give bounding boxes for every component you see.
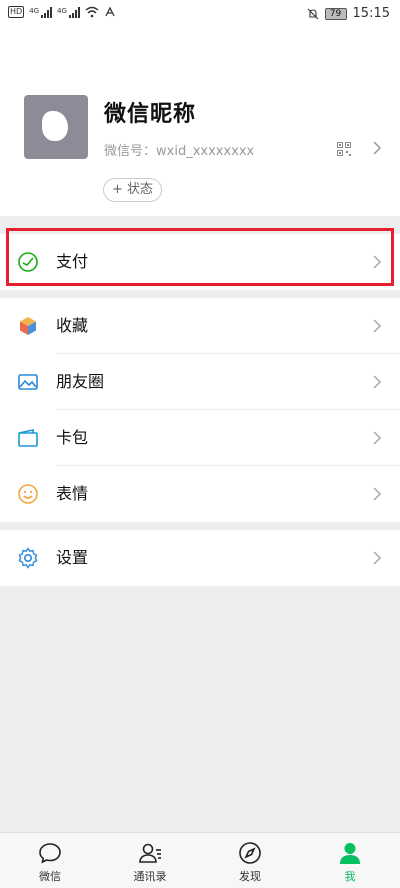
- chevron-right-icon: [373, 319, 382, 333]
- menu-label-stickers: 表情: [56, 484, 89, 503]
- menu-label-pay: 支付: [56, 252, 89, 271]
- chevron-right-icon: [373, 255, 382, 269]
- tab-discover[interactable]: 发现: [200, 833, 300, 888]
- menu-item-moments[interactable]: 朋友圈: [0, 354, 400, 410]
- menu-item-pay[interactable]: 支付: [0, 234, 400, 290]
- chevron-right-icon: [373, 551, 382, 565]
- chevron-right-icon: [373, 375, 382, 389]
- qr-code-icon[interactable]: [337, 142, 351, 156]
- hd-indicator: HD: [8, 6, 25, 18]
- menu-label-favorites: 收藏: [56, 316, 89, 335]
- tab-bar: 微信 通讯录 发现 我: [0, 832, 400, 888]
- tab-label: 微信: [39, 870, 61, 883]
- nfc-icon: [105, 6, 115, 17]
- tab-me[interactable]: 我: [300, 833, 400, 888]
- menu-item-settings[interactable]: 设置: [0, 530, 400, 586]
- me-icon: [340, 843, 360, 864]
- add-status-button[interactable]: + 状态: [103, 178, 163, 202]
- tab-label: 我: [344, 870, 356, 883]
- contacts-icon: [139, 843, 161, 863]
- menu-label-settings: 设置: [56, 548, 89, 567]
- wifi-icon: [85, 6, 99, 18]
- menu-label-cards: 卡包: [56, 428, 89, 447]
- gear-icon: [18, 547, 38, 569]
- bell-muted-icon: [307, 8, 318, 19]
- smiley-icon: [18, 484, 38, 504]
- compass-icon: [239, 842, 261, 864]
- status-bar: HD 4G 4G 79 15:15: [0, 0, 400, 28]
- clock: 15:15: [352, 6, 390, 21]
- chevron-right-icon: [373, 431, 382, 445]
- favorites-cube-icon: [20, 317, 36, 335]
- tab-contacts[interactable]: 通讯录: [100, 833, 200, 888]
- profile-header[interactable]: 微信昵称 微信号：wxid_xxxxxxxx + 状态: [0, 28, 400, 216]
- menu-item-stickers[interactable]: 表情: [0, 466, 400, 522]
- signal-icon: 4G: [57, 6, 80, 18]
- chevron-right-icon: [373, 487, 382, 501]
- menu-item-cards[interactable]: 卡包: [0, 410, 400, 466]
- image-icon: [18, 374, 38, 390]
- wechat-id: 微信号：wxid_xxxxxxxx: [104, 144, 255, 159]
- avatar[interactable]: [24, 95, 88, 159]
- tab-label: 发现: [239, 870, 261, 883]
- chevron-right-icon: [373, 141, 382, 155]
- chat-icon: [39, 843, 61, 864]
- pay-icon: [18, 252, 38, 272]
- wallet-icon: [18, 429, 38, 447]
- battery-icon: 79: [324, 7, 347, 20]
- tab-label: 通讯录: [133, 870, 167, 883]
- signal-icon: 4G: [29, 6, 53, 18]
- menu-label-moments: 朋友圈: [56, 372, 105, 391]
- tab-chats[interactable]: 微信: [0, 833, 100, 888]
- menu-item-favorites[interactable]: 收藏: [0, 298, 400, 354]
- nickname: 微信昵称: [104, 102, 197, 127]
